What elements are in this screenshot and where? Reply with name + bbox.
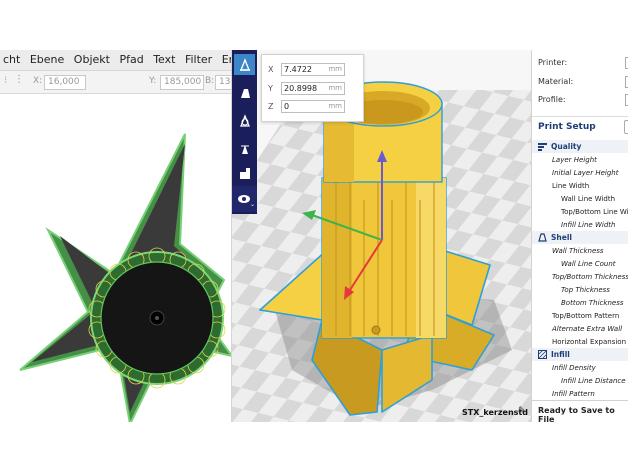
setting-alternate-extra-wall[interactable]: Alternate Extra Wall [552, 325, 622, 333]
infill-category[interactable]: Infill [538, 350, 570, 359]
setting-wall-line-width[interactable]: Wall Line Width [561, 195, 615, 203]
z-unit: mm [328, 101, 342, 110]
menu-item-text[interactable]: Text [150, 50, 178, 66]
shell-icon [538, 233, 547, 242]
edit-name-icon[interactable]: ✎ [518, 406, 526, 416]
inkscape-menu-bar: cht Ebene Objekt Pfad Text Filter Erweit… [0, 50, 231, 71]
handle-icon: ⁝ [4, 75, 8, 86]
y-value: 20.8998 [284, 83, 318, 93]
inkscape-canvas[interactable] [0, 94, 231, 422]
width-input[interactable]: 13 [215, 75, 231, 90]
move-tool-button[interactable] [234, 54, 255, 75]
printer-label: Printer: [538, 58, 568, 67]
separator-icon: ⋮ [14, 74, 24, 85]
move-coordinates-panel: X 7.4722 mm Y 20.8998 mm Z 0 mm [261, 54, 364, 122]
z-coordinate-input[interactable]: 0 mm [281, 99, 345, 113]
setting-horizontal-expansion[interactable]: Horizontal Expansion [552, 338, 626, 346]
x-label: X: [33, 76, 43, 86]
y-axis-label: Y [268, 83, 273, 93]
setting-initial-layer-height[interactable]: Initial Layer Height [552, 169, 618, 177]
z-coordinate-row: Z 0 mm [268, 99, 345, 113]
menu-item-filter[interactable]: Filter [182, 50, 215, 66]
ready-status-text: Ready to Save to File [538, 406, 615, 422]
quality-category[interactable]: Quality [538, 142, 581, 151]
y-unit: mm [328, 83, 342, 92]
y-position-input[interactable]: 185,000 [160, 75, 204, 90]
rotate-icon [239, 113, 250, 127]
z-value: 0 [284, 101, 290, 111]
shell-label: Shell [551, 233, 572, 242]
setting-wall-thickness[interactable]: Wall Thickness [552, 247, 604, 255]
setting-top-bottom-pattern[interactable]: Top/Bottom Pattern [552, 312, 619, 320]
mirror-icon [240, 144, 249, 154]
setting-top-bottom-thickness[interactable]: Top/Bottom Thickness [552, 273, 628, 281]
quality-label: Quality [551, 142, 582, 151]
view-mode-button[interactable]: ⌄ [232, 186, 257, 212]
setting-infill-line-distance[interactable]: Infill Line Distance [561, 377, 626, 385]
cura-viewport: ⌄ X 7.4722 mm Y 20.8998 mm Z 0 mm STX_kerze… [231, 50, 531, 422]
settings-panel: Printer: Material: Profile: Print Setup … [531, 50, 628, 422]
x-coordinate-row: X 7.4722 mm [268, 62, 345, 76]
setting-top-thickness[interactable]: Top Thickness [561, 286, 610, 294]
setting-infill-density[interactable]: Infill Density [552, 364, 596, 372]
y-coordinate-input[interactable]: 20.8998 mm [281, 81, 345, 95]
menu-item-ansicht[interactable]: cht [0, 50, 23, 66]
chevron-down-icon: ⌄ [250, 201, 256, 208]
per-model-settings-button[interactable] [234, 162, 255, 183]
z-axis-label: Z [268, 101, 274, 111]
menu-item-erweiterungen[interactable]: Erweiterungen [219, 50, 231, 66]
infill-icon [538, 350, 547, 359]
scale-icon [240, 88, 250, 98]
x-axis-label: X [268, 64, 274, 74]
setting-top-bottom-line-width[interactable]: Top/Bottom Line Width [561, 208, 628, 216]
mirror-tool-button[interactable] [234, 138, 255, 159]
setting-bottom-thickness[interactable]: Bottom Thickness [561, 299, 624, 307]
print-setup-title: Print Setup [538, 122, 596, 132]
x-unit: mm [328, 64, 342, 73]
y-coordinate-row: Y 20.8998 mm [268, 81, 345, 95]
setting-infill-line-width[interactable]: Infill Line Width [561, 221, 615, 229]
menu-item-pfad[interactable]: Pfad [116, 50, 146, 66]
profile-label: Profile: [538, 95, 566, 104]
x-coordinate-input[interactable]: 7.4722 mm [281, 62, 345, 76]
x-value: 7.4722 [284, 64, 312, 74]
center-dot [155, 316, 159, 320]
setting-line-width[interactable]: Line Width [552, 182, 589, 190]
y-label: Y: [149, 76, 157, 86]
x-position-input[interactable]: 16,000 [44, 75, 86, 90]
divider [532, 116, 628, 117]
scale-tool-button[interactable] [234, 82, 255, 103]
move-icon [239, 57, 250, 71]
menu-item-ebene[interactable]: Ebene [27, 50, 67, 66]
model-hole [371, 325, 381, 335]
setting-wall-line-count[interactable]: Wall Line Count [561, 260, 616, 268]
infill-label: Infill [551, 350, 570, 359]
per-model-settings-icon [239, 167, 250, 179]
ready-status-bar: Ready to Save to File [532, 400, 628, 422]
width-label: B: [205, 76, 215, 86]
print-setup-toggle[interactable] [624, 120, 628, 134]
setting-infill-pattern[interactable]: Infill Pattern [552, 390, 595, 398]
material-label: Material: [538, 77, 574, 86]
shell-category[interactable]: Shell [538, 233, 572, 242]
quality-icon [538, 142, 547, 151]
view-eye-icon [238, 195, 250, 203]
setting-layer-height[interactable]: Layer Height [552, 156, 597, 164]
rotate-tool-button[interactable] [234, 110, 255, 131]
menu-item-objekt[interactable]: Objekt [71, 50, 113, 66]
inkscape-window: cht Ebene Objekt Pfad Text Filter Erweit… [0, 50, 231, 422]
inkscape-tool-controls: ⁝ ⋮ X: 16,000 Y: 185,000 B: 13 [0, 71, 231, 94]
